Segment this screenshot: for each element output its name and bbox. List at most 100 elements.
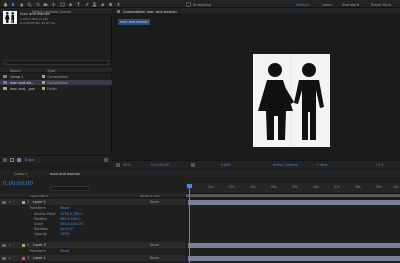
project-item-name: Comp 1: [10, 74, 24, 79]
layer-columns-header: Layer Name Parent & Link: [0, 193, 186, 198]
trash-icon[interactable]: [104, 157, 108, 162]
tab-comp-1[interactable]: Comp 1: [14, 172, 28, 176]
expand-arrow-icon[interactable]: ▾: [9, 243, 11, 247]
column-type[interactable]: Type: [47, 69, 55, 73]
expand-arrow-icon[interactable]: ▾: [9, 200, 11, 204]
ruler-label: 09s: [376, 185, 382, 189]
top-toolbar: Snapping Default Learn Standard Small Sc…: [0, 0, 400, 8]
project-item-folder[interactable]: man and_..pmi Folder: [0, 86, 112, 91]
current-time-indicator[interactable]: [189, 184, 190, 263]
rotate-tool-icon[interactable]: [35, 2, 40, 7]
column-name[interactable]: Name: [10, 69, 21, 73]
project-item-man-and-woman[interactable]: man and wo... Composition: [0, 80, 112, 85]
composition-icon: [3, 75, 7, 78]
project-item-type: Composition: [47, 80, 69, 85]
eye-icon[interactable]: [2, 243, 6, 247]
parent-dropdown[interactable]: None: [150, 243, 159, 247]
playhead-handle[interactable]: [187, 184, 192, 188]
selection-tool-icon[interactable]: [11, 2, 16, 7]
ruler-label: 03s: [250, 185, 256, 189]
property-label: Opacity: [34, 231, 48, 236]
workspace-small-screen[interactable]: Small Scre: [371, 2, 400, 7]
layer-name[interactable]: Layer 2: [33, 200, 46, 204]
transform-reset-link[interactable]: Reset: [60, 206, 69, 210]
parent-dropdown[interactable]: None: [150, 200, 159, 204]
label-color-swatch[interactable]: [22, 200, 25, 204]
composition-canvas[interactable]: [253, 54, 330, 147]
pen-tool-icon[interactable]: [68, 2, 73, 7]
viewer-timecode[interactable]: 0;00;00;00: [151, 163, 170, 167]
layer-name[interactable]: Layer 1: [33, 256, 46, 260]
eye-icon[interactable]: [2, 200, 6, 204]
property-label: Transform: [29, 248, 46, 253]
transform-reset-link[interactable]: Reset: [60, 249, 69, 253]
ruler-label: 08s: [355, 185, 361, 189]
puppet-tool-icon[interactable]: [116, 2, 121, 7]
exposure-value[interactable]: +0.0: [375, 163, 383, 167]
bit-depth-label[interactable]: 8 bpc: [25, 158, 34, 162]
brush-tool-icon[interactable]: [84, 2, 89, 7]
hand-tool-icon[interactable]: [19, 2, 24, 7]
property-label: Transform: [29, 205, 46, 210]
column-layer-name[interactable]: Layer Name: [30, 194, 48, 198]
parent-dropdown[interactable]: None: [150, 256, 159, 260]
label-color-swatch[interactable]: [22, 256, 25, 260]
resolution-dropdown[interactable]: (Half): [221, 163, 230, 167]
lock-icon[interactable]: [117, 9, 120, 13]
composition-breadcrumb[interactable]: man and woman: [118, 19, 151, 25]
magnification-icon[interactable]: [116, 162, 120, 167]
workspace-default[interactable]: Default: [296, 2, 310, 7]
home-icon[interactable]: [3, 2, 8, 7]
layer-1-duration-bar[interactable]: [188, 199, 400, 205]
composition-icon: [3, 81, 7, 84]
zoom-dropdown[interactable]: 50%: [123, 163, 131, 167]
snapping-checkbox-icon[interactable]: [186, 2, 191, 7]
label-color-swatch[interactable]: [22, 243, 25, 247]
current-time-display[interactable]: 0;00;00;00: [3, 181, 33, 187]
camera-dropdown[interactable]: Active Camera: [273, 163, 298, 167]
camera-tool-icon[interactable]: [43, 2, 48, 7]
layer-row-3[interactable]: ▸ 3 Layer 1 None: [0, 255, 186, 261]
layer-2-duration-bar[interactable]: [188, 242, 400, 248]
man-and-woman-pictogram: [258, 54, 324, 147]
project-thumbnail: [3, 11, 17, 24]
opacity-property[interactable]: Opacity 100%: [0, 231, 186, 237]
timeline-search-input[interactable]: [50, 186, 90, 191]
workspace-learn[interactable]: Learn: [322, 2, 333, 7]
project-item-type: Composition: [47, 74, 69, 79]
layer-name[interactable]: Layer 3: [33, 243, 46, 247]
new-composition-icon[interactable]: [17, 157, 21, 162]
project-list-header: Name Type: [0, 68, 112, 73]
pan-behind-tool-icon[interactable]: [51, 2, 56, 7]
tab-man-and-woman[interactable]: man and woman: [50, 172, 80, 176]
ruler-label: 10s: [393, 185, 399, 189]
interpret-footage-icon[interactable]: [3, 157, 7, 162]
roto-brush-tool-icon[interactable]: [108, 2, 113, 7]
snapshot-icon[interactable]: [191, 162, 195, 167]
eye-icon[interactable]: [2, 256, 6, 260]
label-color-swatch: [42, 81, 45, 84]
expand-arrow-icon[interactable]: ▸: [9, 256, 11, 260]
clone-stamp-tool-icon[interactable]: [92, 2, 97, 7]
column-parent[interactable]: Parent & Link: [140, 194, 160, 198]
project-item-comp-1[interactable]: Comp 1 Composition: [0, 74, 112, 79]
ruler-label: 05s: [292, 185, 298, 189]
man-and-woman-icon: [5, 12, 14, 24]
project-search-input[interactable]: ⌕: [3, 60, 109, 65]
project-item-name: man and wo...: [10, 80, 35, 85]
snapping-label: Snapping: [193, 2, 211, 7]
type-tool-icon[interactable]: [76, 2, 81, 7]
views-dropdown[interactable]: 1 View: [316, 163, 327, 167]
layer-3-duration-bar[interactable]: [188, 255, 400, 261]
tab-composition[interactable]: Composition man and woman: [123, 10, 203, 14]
work-area-bar[interactable]: [186, 194, 400, 197]
eraser-tool-icon[interactable]: [100, 2, 105, 7]
workspace-standard[interactable]: Standard: [342, 2, 359, 7]
rectangle-tool-icon[interactable]: [60, 2, 65, 7]
zoom-tool-icon[interactable]: [27, 1, 32, 7]
property-value[interactable]: 100%: [60, 232, 70, 236]
new-folder-icon[interactable]: [10, 157, 14, 162]
transform-group[interactable]: Transform Reset: [0, 248, 186, 254]
time-ruler[interactable]: 0s 01s 02s 03s 04s 05s 06s 07s 08s 09s 1…: [186, 183, 400, 194]
project-item-type: Folder: [47, 86, 58, 91]
